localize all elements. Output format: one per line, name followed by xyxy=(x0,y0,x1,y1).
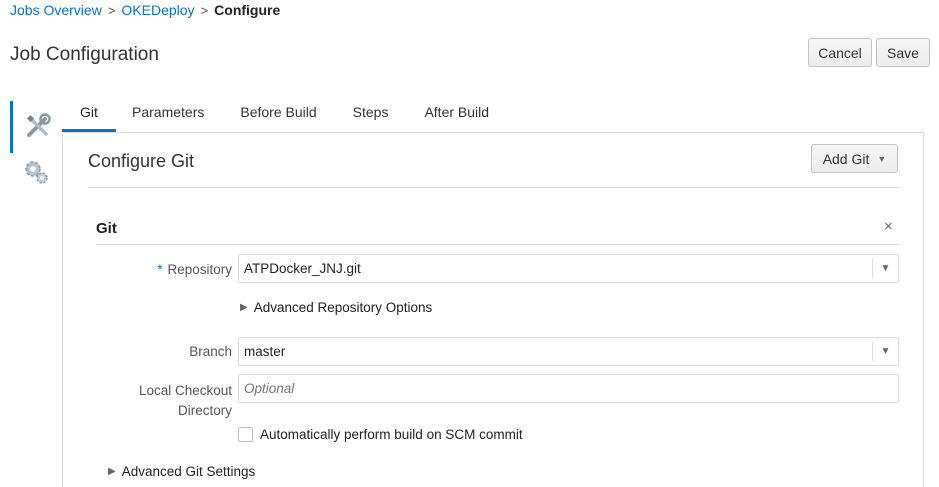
local-checkout-directory-input[interactable]: Optional xyxy=(238,374,899,403)
save-button[interactable]: Save xyxy=(876,38,930,67)
repository-select[interactable]: ATPDocker_JNJ.git ▼ xyxy=(238,254,899,283)
close-icon[interactable]: × xyxy=(884,218,893,235)
breadcrumb-separator: > xyxy=(107,2,116,18)
breadcrumb-link-jobs-overview[interactable]: Jobs Overview xyxy=(10,2,102,18)
local-checkout-label: Local Checkout Directory xyxy=(120,381,232,421)
add-git-button[interactable]: Add Git ▼ xyxy=(811,144,898,173)
divider xyxy=(88,187,899,188)
breadcrumb-link-okedeploy[interactable]: OKEDeploy xyxy=(121,2,194,18)
tab-parameters[interactable]: Parameters xyxy=(132,96,204,132)
side-rail-item-settings[interactable] xyxy=(10,147,62,199)
tab-steps[interactable]: Steps xyxy=(353,96,389,132)
advanced-repository-options-toggle[interactable]: ▶ Advanced Repository Options xyxy=(240,300,432,315)
auto-build-row: Automatically perform build on SCM commi… xyxy=(238,427,523,442)
auto-build-checkbox[interactable] xyxy=(238,427,253,442)
side-rail-item-configure[interactable] xyxy=(10,101,62,153)
tab-before-build[interactable]: Before Build xyxy=(240,96,316,132)
required-marker: * xyxy=(157,262,163,277)
local-checkout-label-line2: Directory xyxy=(177,403,232,418)
local-checkout-label-line1: Local Checkout xyxy=(138,383,232,398)
git-section-heading: Git xyxy=(96,220,117,237)
page-title: Job Configuration xyxy=(10,44,159,65)
tab-bar: Git Parameters Before Build Steps After … xyxy=(62,96,489,132)
breadcrumb-separator: > xyxy=(200,2,209,18)
gears-icon xyxy=(21,157,51,190)
repository-label: * Repository xyxy=(140,262,232,277)
chevron-down-icon: ▼ xyxy=(877,153,887,164)
branch-value: master xyxy=(244,344,286,359)
side-rail xyxy=(10,89,62,193)
advanced-git-settings-label: Advanced Git Settings xyxy=(121,464,256,479)
triangle-right-icon: ▶ xyxy=(240,302,248,313)
repository-label-text: Repository xyxy=(167,262,232,277)
chevron-down-icon[interactable]: ▼ xyxy=(872,259,898,278)
cancel-button[interactable]: Cancel xyxy=(808,38,872,67)
tools-icon xyxy=(24,112,52,143)
breadcrumb: Jobs Overview > OKEDeploy > Configure xyxy=(10,1,280,19)
triangle-right-icon: ▶ xyxy=(108,466,116,477)
auto-build-label[interactable]: Automatically perform build on SCM commi… xyxy=(260,427,523,442)
advanced-git-settings-toggle[interactable]: ▶ Advanced Git Settings xyxy=(108,464,255,479)
section-title: Configure Git xyxy=(88,151,195,171)
tab-git[interactable]: Git xyxy=(62,96,116,132)
chevron-down-icon[interactable]: ▼ xyxy=(872,342,898,361)
branch-select[interactable]: master ▼ xyxy=(238,337,899,366)
add-git-label: Add Git xyxy=(822,150,870,167)
tab-after-build[interactable]: After Build xyxy=(424,96,489,132)
divider xyxy=(96,244,899,245)
repository-value: ATPDocker_JNJ.git xyxy=(244,261,361,276)
branch-label: Branch xyxy=(189,344,232,359)
advanced-repository-options-label: Advanced Repository Options xyxy=(253,300,433,315)
breadcrumb-current: Configure xyxy=(214,2,281,18)
